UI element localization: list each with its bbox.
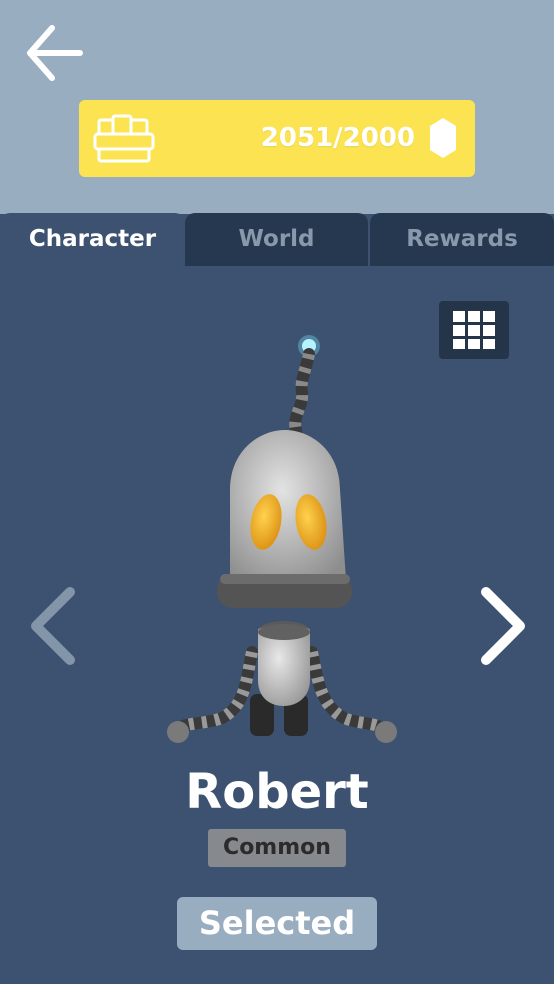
previous-character-button[interactable]: [26, 584, 80, 668]
grid-view-button[interactable]: [439, 301, 509, 359]
arrow-left-icon: [27, 25, 83, 81]
progress-text: 2051/2000: [260, 123, 415, 153]
next-character-button[interactable]: [476, 584, 530, 668]
tab-world[interactable]: World: [185, 213, 368, 266]
tab-rewards[interactable]: Rewards: [370, 213, 554, 266]
progress-banner: 2051/2000: [79, 100, 475, 177]
grid-icon: [453, 311, 495, 349]
selected-button[interactable]: Selected: [177, 897, 377, 950]
gem-icon: [430, 118, 456, 158]
chevron-right-icon: [481, 587, 525, 665]
chevron-left-icon: [31, 587, 75, 665]
tab-character[interactable]: Character: [0, 213, 185, 266]
back-button[interactable]: [22, 22, 86, 86]
tab-bar: Character World Rewards: [0, 213, 554, 266]
treasure-chest-icon: [93, 114, 155, 163]
rarity-badge: Common: [208, 829, 346, 867]
character-name: Robert: [185, 764, 369, 820]
robot-character: [167, 335, 397, 743]
